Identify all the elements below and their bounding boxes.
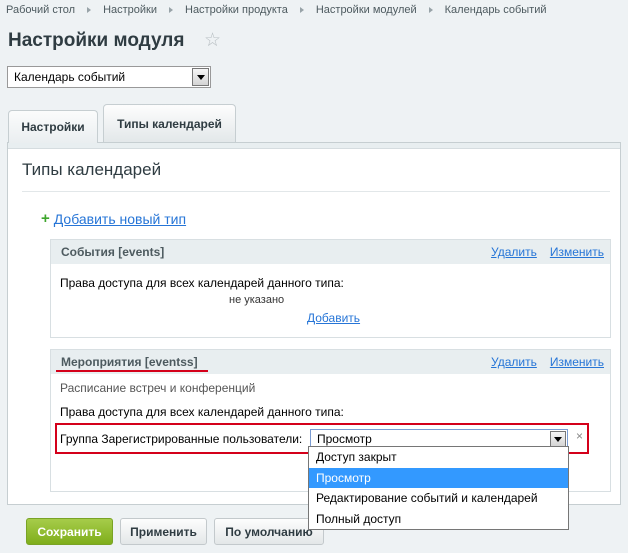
calendar-type-name: Мероприятия [eventss] <box>61 355 198 369</box>
breadcrumb-separator-icon <box>87 7 92 13</box>
breadcrumb-desktop[interactable]: Рабочий стол <box>6 4 75 16</box>
delete-link[interactable]: Удалить <box>491 355 537 369</box>
add-new-type-label[interactable]: Добавить новый тип <box>54 211 186 227</box>
add-access-link[interactable]: Добавить <box>307 311 360 325</box>
panel-header-band <box>8 143 620 149</box>
breadcrumb-module-settings[interactable]: Настройки модулей <box>316 4 417 16</box>
page-title: Настройки модуля <box>8 30 185 51</box>
card-header: Мероприятия [eventss] Удалить Изменить <box>51 350 610 374</box>
calendar-type-name: События [events] <box>61 245 165 259</box>
access-level-dropdown: Доступ закрыт Просмотр Редактирование со… <box>308 446 569 530</box>
caret-down-icon <box>196 74 205 80</box>
card-header: События [events] Удалить Изменить <box>51 240 610 264</box>
access-select-button[interactable] <box>550 431 566 447</box>
option-edit-events[interactable]: Редактирование событий и календарей <box>309 488 568 509</box>
red-underline-annotation <box>56 370 208 372</box>
breadcrumb: Рабочий стол Настройки Настройки продукт… <box>6 3 547 17</box>
breadcrumb-separator-icon <box>169 7 173 13</box>
delete-link[interactable]: Удалить <box>491 245 537 259</box>
section-title: Типы календарей <box>22 160 162 179</box>
calendar-type-description: Расписание встреч и конференций <box>60 381 256 395</box>
tab-calendar-types[interactable]: Типы календарей <box>103 104 236 143</box>
not-set-text: не указано <box>229 294 285 306</box>
plus-icon: + <box>41 210 50 227</box>
module-select-value: Календарь событий <box>14 70 126 84</box>
option-view[interactable]: Просмотр <box>309 467 568 488</box>
module-select[interactable]: Календарь событий <box>7 66 211 88</box>
caret-down-icon <box>554 436 562 442</box>
breadcrumb-event-calendar[interactable]: Календарь событий <box>445 4 547 16</box>
favorite-star-icon[interactable]: ☆ <box>204 30 221 52</box>
card-actions: Удалить Изменить <box>491 240 610 264</box>
group-label: Группа Зарегистрированные пользователи: <box>60 432 303 446</box>
card-body: Права доступа для всех календарей данног… <box>51 264 610 337</box>
tab-settings[interactable]: Настройки <box>8 110 98 143</box>
edit-link[interactable]: Изменить <box>550 355 604 369</box>
access-level-value: Просмотр <box>317 432 372 446</box>
edit-link[interactable]: Изменить <box>550 245 604 259</box>
option-access-closed[interactable]: Доступ закрыт <box>309 447 568 468</box>
breadcrumb-separator-icon <box>428 7 433 13</box>
calendar-type-card-events: События [events] Удалить Изменить Права … <box>50 239 611 338</box>
card-actions: Удалить Изменить <box>491 350 610 374</box>
option-full-access[interactable]: Полный доступ <box>309 509 568 530</box>
access-rights-label: Права доступа для всех календарей данног… <box>60 276 344 290</box>
breadcrumb-settings[interactable]: Настройки <box>103 4 157 16</box>
breadcrumb-separator-icon <box>299 7 304 13</box>
access-rights-label: Права доступа для всех календарей данног… <box>60 405 344 419</box>
apply-button[interactable]: Применить <box>120 518 207 545</box>
breadcrumb-product-settings[interactable]: Настройки продукта <box>185 4 288 16</box>
module-select-button[interactable] <box>192 68 209 86</box>
add-new-type-link[interactable]: + Добавить новый тип <box>41 211 186 227</box>
remove-icon[interactable]: × <box>576 429 583 443</box>
save-button[interactable]: Сохранить <box>26 518 113 545</box>
divider <box>22 191 610 192</box>
